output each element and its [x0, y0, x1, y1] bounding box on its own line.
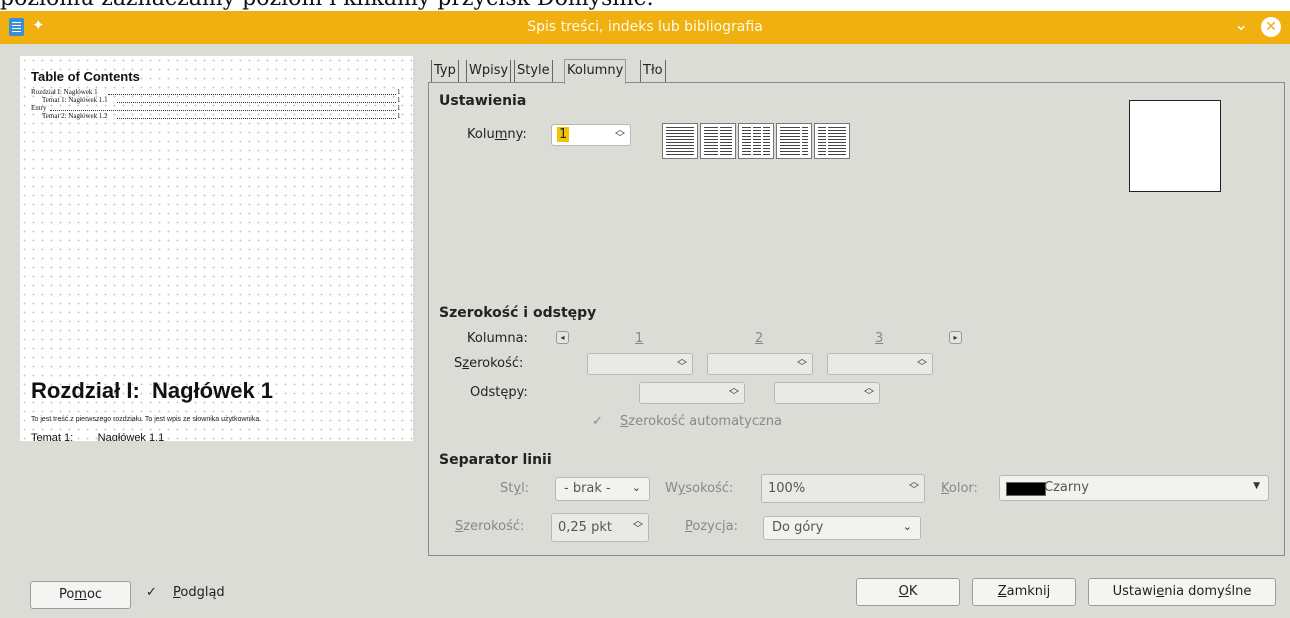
stepper-arrows-icon[interactable]: ︿ ﹀	[794, 355, 810, 373]
tab-style[interactable]: Style	[514, 60, 553, 82]
width-label: Szerokość:	[454, 356, 524, 371]
separator-width-stepper[interactable]: 0,25 pkt ︿ ﹀	[551, 513, 649, 542]
column-1-width-stepper[interactable]: ︿ ﹀	[587, 353, 693, 375]
spacing-label: Odstępy:	[470, 385, 528, 400]
column-layout-1-button[interactable]	[662, 123, 698, 159]
settings-heading: Ustawienia	[439, 93, 527, 109]
stepper-arrows-icon[interactable]: ︿ ﹀	[861, 384, 877, 402]
spacing-1-stepper[interactable]: ︿ ﹀	[639, 382, 745, 404]
separator-position-label: Pozycja:	[685, 519, 738, 534]
separator-color-select[interactable]: Czarny ▼	[999, 475, 1269, 501]
separator-style-select[interactable]: - brak - ⌄	[555, 477, 650, 501]
preview-subheading: Temat 1: Nagłówek 1.1	[31, 432, 165, 441]
preview-checkbox-label: Podgląd	[173, 585, 225, 600]
preview-toc-entry: Temat 2: Nagłówek 1.2	[42, 112, 108, 120]
preview-toc-page: 1	[397, 104, 401, 112]
separator-width-label: Szerokość:	[455, 519, 525, 534]
dialog: Table of Contents Rozdział I: Nagłówek 1…	[0, 44, 1290, 618]
chevron-down-icon: ⌄	[902, 520, 912, 533]
preview-leader-dots	[108, 94, 396, 95]
stepper-arrows-icon[interactable]: ︿ ﹀	[726, 384, 742, 402]
tab-typ[interactable]: Typ	[431, 60, 459, 82]
column-next-button[interactable]: ▸	[949, 331, 962, 344]
close-button[interactable]: Zamknij	[972, 578, 1076, 606]
chevron-down-icon: ⌄	[631, 481, 641, 494]
preview-checkbox[interactable]: ✓	[146, 585, 157, 600]
preview-leader-dots	[50, 110, 396, 111]
column-label: Kolumna:	[467, 331, 528, 346]
columns-count-stepper[interactable]: 1 ︿ ﹀	[551, 124, 631, 146]
width-spacing-heading: Szerokość i odstępy	[439, 305, 597, 321]
preview-leader-dots	[117, 102, 396, 103]
column-prev-button[interactable]: ◂	[556, 331, 569, 344]
tab-kolumny[interactable]: Kolumny	[564, 59, 627, 84]
column-layout-left-wide-button[interactable]	[776, 123, 812, 159]
column-number-3: 3	[875, 331, 884, 346]
dropdown-arrow-icon: ▼	[1253, 481, 1260, 491]
tab-wpisy[interactable]: Wpisy	[466, 60, 512, 82]
column-layout-2-button[interactable]	[700, 123, 736, 159]
window-title: Spis treści, indeks lub bibliografia	[527, 19, 763, 35]
preview-toc-entry: Rozdział I: Nagłówek 1	[31, 88, 98, 96]
column-layout-3-button[interactable]	[738, 123, 774, 159]
preview-chapter-heading: Rozdział I: Nagłówek 1	[31, 378, 274, 403]
stepper-arrows-icon[interactable]: ︿ ﹀	[630, 517, 646, 535]
title-bar: ✦ Spis treści, indeks lub bibliografia ⌄…	[0, 11, 1290, 44]
separator-style-label: Styl:	[500, 481, 530, 496]
preview-toc-entry: Temat 1: Nagłówek 1.1	[42, 96, 108, 104]
separator-height-stepper[interactable]: 100% ︿ ﹀	[761, 474, 925, 503]
column-3-width-stepper[interactable]: ︿ ﹀	[827, 353, 933, 375]
preview-leader-dots	[117, 118, 396, 119]
stepper-arrows-icon[interactable]: ︿ ﹀	[906, 478, 922, 496]
ok-button[interactable]: OK	[856, 578, 960, 606]
spacing-2-stepper[interactable]: ︿ ﹀	[774, 382, 880, 404]
defaults-button[interactable]: Ustawienia domyślne	[1088, 578, 1276, 606]
separator-height-label: Wysokość:	[665, 481, 734, 496]
column-number-2: 2	[755, 331, 764, 346]
columns-tab-panel: Ustawienia Kolumny: 1 ︿ ﹀ Szerokość i ods…	[428, 82, 1285, 556]
preview-toc-title: Table of Contents	[31, 69, 140, 84]
stepper-arrows-icon[interactable]: ︿ ﹀	[914, 355, 930, 373]
stepper-arrows-icon[interactable]: ︿ ﹀	[612, 126, 628, 144]
column-2-width-stepper[interactable]: ︿ ﹀	[707, 353, 813, 375]
separator-heading: Separator linii	[439, 452, 552, 468]
preview-toc-entry: Entry	[31, 104, 47, 112]
color-swatch	[1006, 482, 1046, 496]
separator-color-label: Kolor:	[941, 481, 978, 496]
tab-tlo[interactable]: Tło	[640, 60, 666, 82]
close-icon[interactable]: ✕	[1261, 17, 1281, 37]
help-button[interactable]: Pomoc	[30, 581, 131, 609]
preview-pane: Table of Contents Rozdział I: Nagłówek 1…	[20, 56, 413, 441]
columns-label: Kolumny:	[467, 127, 527, 142]
separator-position-select[interactable]: Do góry ⌄	[763, 516, 921, 540]
columns-count-value: 1	[557, 127, 570, 142]
autowidth-checkbox[interactable]: ✓	[592, 414, 603, 429]
preview-toc-page: 1	[397, 88, 401, 96]
minimize-chevron-icon[interactable]: ⌄	[1234, 15, 1248, 35]
preview-toc-page: 1	[397, 112, 401, 120]
column-number-1: 1	[635, 331, 644, 346]
preview-body-text: To jest treść z pierwszego rozdziału. To…	[31, 416, 262, 423]
column-layout-right-wide-button[interactable]	[814, 123, 850, 159]
background-document-text: poziomu zaznaczamy poziom i klikamy przy…	[0, 0, 654, 11]
stepper-arrows-icon[interactable]: ︿ ﹀	[674, 355, 690, 373]
autowidth-label: Szerokość automatyczna	[620, 414, 783, 429]
preview-toc-page: 1	[397, 96, 401, 104]
column-preview-box	[1129, 100, 1221, 192]
